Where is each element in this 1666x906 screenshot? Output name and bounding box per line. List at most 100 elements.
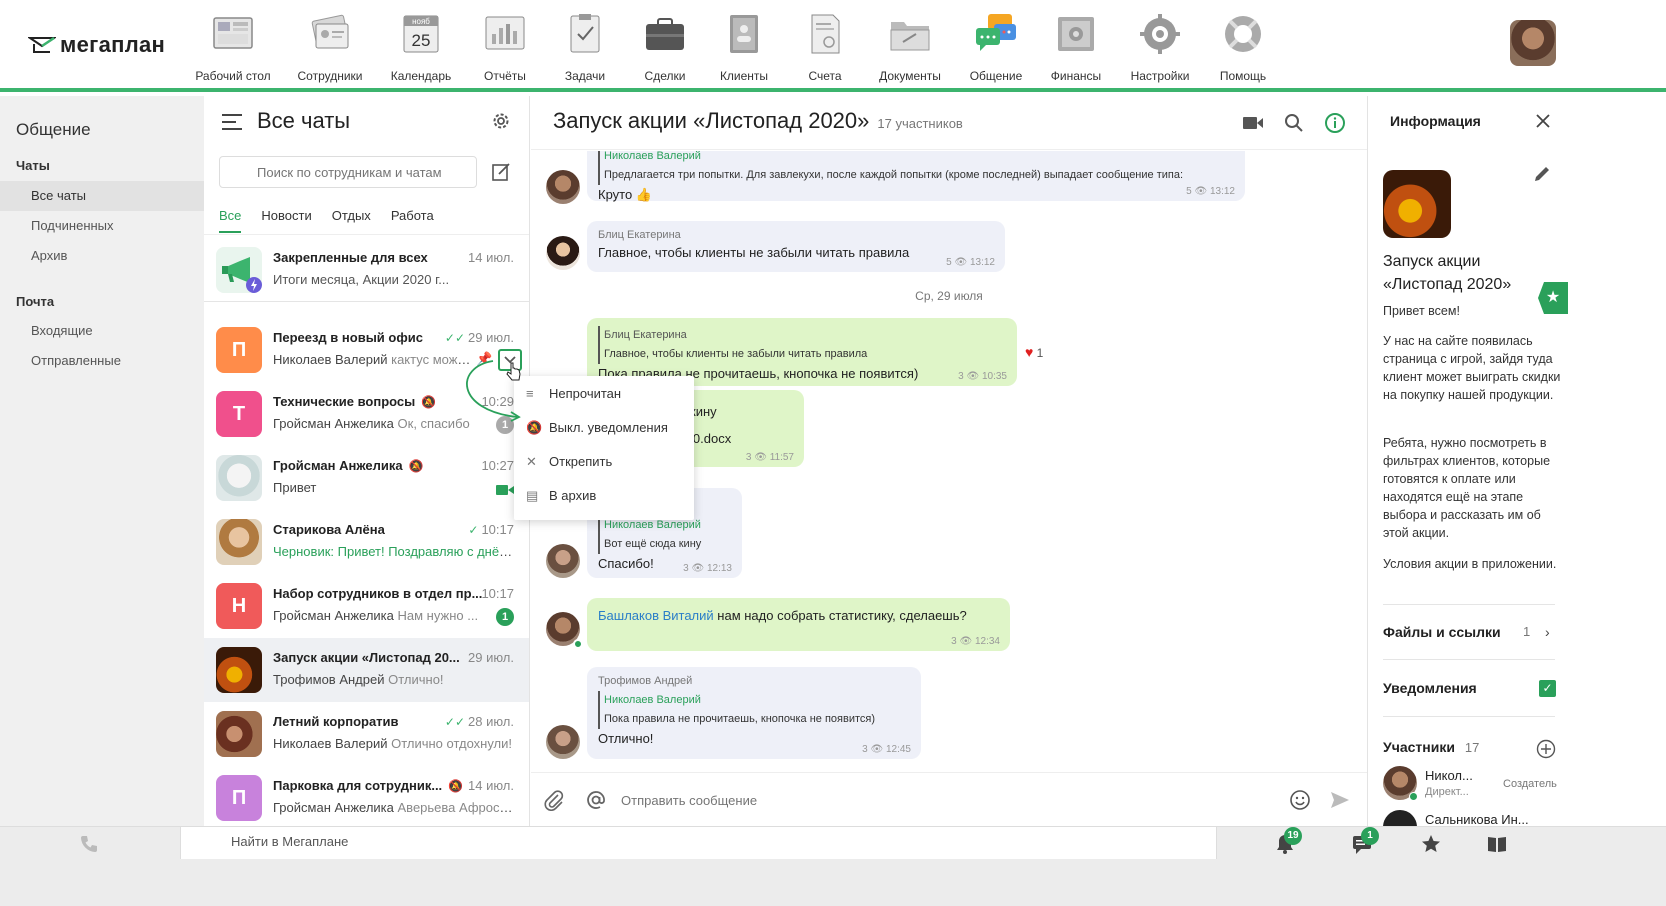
nav-item-deals[interactable]: Сделки <box>620 12 710 83</box>
chat-item[interactable]: Летний корпоратив ✓✓ 28 июл. Николаев Вал… <box>204 702 529 766</box>
mention-link[interactable]: Башлаков Виталий <box>598 608 714 623</box>
close-icon[interactable] <box>1534 112 1552 130</box>
chat-item[interactable]: П Парковка для сотрудник... 🔕 14 июл. Гро… <box>204 766 529 826</box>
nav-item-tasks[interactable]: Задачи <box>540 12 630 83</box>
chat-author: Гройсман Анжелика <box>273 416 394 431</box>
left-sidebar: Общение Чаты Все чаты Подчиненных Архив … <box>0 96 204 826</box>
search-input[interactable] <box>219 156 477 188</box>
unread-badge: 1 <box>496 608 514 626</box>
nav-item-reports[interactable]: Отчёты <box>460 12 550 83</box>
member-item[interactable]: Сальникова Ин... <box>1383 810 1563 826</box>
chat-title: Запуск акции «Листопад 2020» 17 участнико… <box>553 108 963 134</box>
chat-item[interactable]: Гройсман Анжелика 🔕 10:27 Привет <box>204 446 529 510</box>
chat-avatar: Т <box>216 391 262 437</box>
sidebar-item-inbox[interactable]: Входящие <box>0 316 204 346</box>
chat-avatar-photo <box>216 711 262 757</box>
global-search[interactable]: Найти в Мегаплане <box>180 827 1217 859</box>
pencil-icon[interactable] <box>1532 164 1552 184</box>
chat-time: 14 июл. <box>468 250 514 265</box>
message-bubble[interactable]: Блиц Екатерина Главное, чтобы клиенты не… <box>587 221 1005 272</box>
send-icon[interactable] <box>1329 789 1351 811</box>
notifications-button[interactable]: 19 <box>1274 827 1302 855</box>
chat-time: 29 июл. <box>468 650 514 665</box>
nav-item-finance[interactable]: Финансы <box>1031 12 1121 83</box>
menu-icon[interactable] <box>222 114 242 130</box>
paperclip-icon[interactable] <box>543 789 565 811</box>
logo-text: мегаплан <box>60 32 166 57</box>
chat-name-text: Гройсман Анжелика <box>273 458 403 473</box>
notifications-checkbox[interactable]: ✓ <box>1539 680 1556 697</box>
message-time: 13:12 <box>969 257 995 268</box>
gear-icon[interactable] <box>491 111 511 131</box>
files-and-links[interactable]: Файлы и ссылки 1 › <box>1383 624 1555 640</box>
nav-item-employees[interactable]: Сотрудники <box>285 12 375 83</box>
sidebar-item-archive[interactable]: Архив <box>0 241 204 271</box>
chat-item[interactable]: Н Набор сотрудников в отдел пр... 10:17 … <box>204 574 529 638</box>
message-bubble[interactable]: Николаев Валерий Предлагается три попытки… <box>587 151 1245 202</box>
nav-label: Помощь <box>1219 69 1267 83</box>
member-tag: Создатель <box>1503 778 1557 790</box>
message-bubble[interactable]: Башлаков Виталий нам надо собрать статис… <box>587 598 1010 651</box>
chat-avatar: П <box>216 775 262 821</box>
messages-button[interactable]: 1 <box>1351 827 1379 855</box>
info-greeting: Привет всем! <box>1383 304 1460 318</box>
chat-item[interactable]: Запуск акции «Листопад 20... 29 июл. Тро… <box>204 638 529 702</box>
menu-item-unpin[interactable]: ✕ Открепить <box>514 445 694 479</box>
nav-item-settings[interactable]: Настройки <box>1115 12 1205 83</box>
tab-news[interactable]: Новости <box>261 208 311 233</box>
menu-item-mark-unread[interactable]: ≡ Непрочитан <box>514 377 694 411</box>
avatar[interactable] <box>546 170 580 204</box>
mention-icon[interactable] <box>585 789 607 811</box>
tab-all[interactable]: Все <box>219 208 242 233</box>
online-indicator <box>1409 792 1418 801</box>
chat-item[interactable]: Закрепленные для всех 14 июл. Итоги меся… <box>204 238 529 302</box>
book-icon[interactable] <box>1486 833 1508 855</box>
avatar[interactable] <box>546 725 580 759</box>
menu-item-archive[interactable]: ▤ В архив <box>514 479 694 513</box>
tab-work[interactable]: Работа <box>391 208 434 233</box>
video-camera-icon[interactable] <box>1241 111 1265 135</box>
message-input[interactable] <box>621 789 1221 811</box>
message-bubble[interactable]: Трофимов Андрей Николаев Валерий Пока пра… <box>587 667 921 759</box>
nav-item-help[interactable]: Помощь <box>1198 12 1288 83</box>
bell-off-icon: 🔕 <box>408 459 424 473</box>
reaction-count: 1 <box>1036 346 1044 360</box>
emoji-icon[interactable] <box>1289 789 1311 811</box>
avatar[interactable] <box>546 236 580 270</box>
unpin-icon: ✕ <box>526 454 537 469</box>
chat-author: Трофимов Андрей <box>273 672 385 687</box>
info-icon[interactable] <box>1323 111 1347 135</box>
chat-name-text: Технические вопросы <box>273 394 416 409</box>
participants-count[interactable]: 17 участников <box>877 116 962 131</box>
menu-item-mute[interactable]: 🔕 Выкл. уведомления <box>514 411 694 445</box>
quote-author: Блиц Екатерина <box>604 329 687 341</box>
reaction[interactable]: ♥ 1 <box>1025 344 1043 360</box>
info-description-2: Ребята, нужно посмотреть в фильтрах клие… <box>1383 436 1551 540</box>
member-item[interactable]: Никол... Директ... Создатель <box>1383 766 1563 806</box>
tab-leisure[interactable]: Отдых <box>332 208 371 233</box>
star-icon[interactable] <box>1420 833 1442 855</box>
user-avatar[interactable] <box>1510 20 1556 66</box>
phone-icon[interactable] <box>78 833 100 855</box>
nav-item-calendar[interactable]: нояб 25 Календарь <box>376 12 466 83</box>
nav-item-communication[interactable]: Общение <box>951 12 1041 102</box>
chat-name: Набор сотрудников в отдел пр... <box>273 586 483 601</box>
settings-icon <box>1140 14 1180 54</box>
nav-item-desktop[interactable]: Рабочий стол <box>188 12 278 83</box>
nav-item-documents[interactable]: Документы <box>865 12 955 83</box>
logo[interactable]: мегаплан <box>28 32 165 58</box>
message-author: Блиц Екатерина <box>598 229 681 241</box>
message-meta: 5 👁 13:12 <box>1186 186 1235 197</box>
sidebar-item-all-chats[interactable]: Все чаты <box>0 181 204 211</box>
chat-time: 10:17 <box>481 586 514 601</box>
sidebar-item-sent[interactable]: Отправленные <box>0 346 204 376</box>
nav-item-invoices[interactable]: Счета <box>780 12 870 83</box>
sidebar-item-subordinates[interactable]: Подчиненных <box>0 211 204 241</box>
search-icon[interactable] <box>1282 111 1306 135</box>
nav-item-clients[interactable]: Клиенты <box>699 12 789 83</box>
compose-icon[interactable] <box>491 162 511 182</box>
calendar-day: 25 <box>412 31 431 50</box>
chat-item[interactable]: Старикова Алёна ✓ 10:17 Черновик: Привет!… <box>204 510 529 574</box>
avatar[interactable] <box>546 544 580 578</box>
add-participant-icon[interactable] <box>1536 739 1556 759</box>
